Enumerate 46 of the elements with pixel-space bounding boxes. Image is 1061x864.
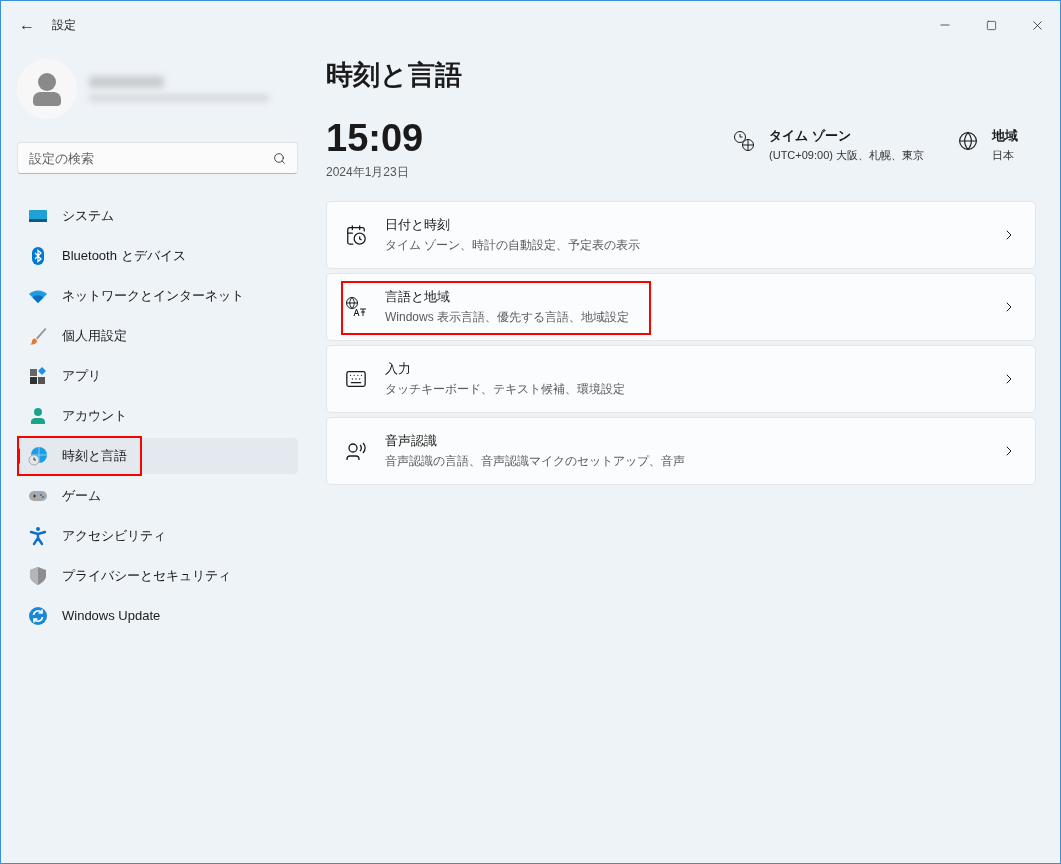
maximize-icon [985, 19, 997, 31]
info-label: 地域 [992, 126, 1018, 145]
apps-icon [28, 366, 48, 386]
sidebar-item[interactable]: アカウント [17, 398, 298, 434]
back-button[interactable]: ← [17, 13, 37, 37]
card-title: 入力 [385, 360, 412, 379]
window-title: 設定 [52, 17, 76, 34]
sidebar-item[interactable]: 個人用設定 [17, 318, 298, 354]
globe-clock-icon [28, 446, 48, 466]
settings-card[interactable]: 言語と地域 Windows 表示言語、優先する言語、地域設定 [326, 272, 1036, 341]
info-label: タイム ゾーン [769, 126, 852, 145]
language-icon [345, 295, 367, 318]
search-icon [273, 152, 286, 165]
page-title: 時刻と言語 [326, 59, 463, 92]
shield-icon [28, 566, 48, 586]
sidebar-item[interactable]: システム [17, 198, 298, 234]
current-date: 2024年1月23日 [326, 163, 410, 181]
sidebar-item[interactable]: Windows Update [17, 598, 298, 634]
brush-icon [28, 326, 48, 346]
search-field[interactable]: 設定の検索 [17, 142, 298, 174]
person-icon [28, 406, 48, 426]
sidebar-item[interactable]: Bluetooth とデバイス [17, 238, 298, 274]
accessibility-icon [28, 526, 48, 546]
card-title: 音声認識 [385, 432, 438, 451]
card-title: 日付と時刻 [385, 216, 451, 235]
card-subtitle: Windows 表示言語、優先する言語、地域設定 [385, 308, 629, 326]
settings-card[interactable]: 日付と時刻 タイム ゾーン、時計の自動設定、予定表の表示 [326, 200, 1036, 269]
clock-globe-icon [733, 129, 756, 152]
card-subtitle: 音声認識の言語、音声認識マイクのセットアップ、音声 [385, 452, 685, 470]
sidebar-item[interactable]: アプリ [17, 358, 298, 394]
calendar-clock-icon [345, 223, 367, 246]
card-subtitle: タッチキーボード、テキスト候補、環境設定 [385, 380, 625, 398]
card-title: 言語と地域 [385, 288, 451, 307]
sidebar-item[interactable]: ネットワークとインターネット [17, 278, 298, 314]
card-subtitle: タイム ゾーン、時計の自動設定、予定表の表示 [385, 236, 641, 254]
update-icon [28, 606, 48, 626]
settings-card[interactable]: 入力 タッチキーボード、テキスト候補、環境設定 [326, 344, 1036, 413]
info-value: 日本 [992, 148, 1015, 163]
globe-icon [958, 130, 978, 151]
sidebar-item[interactable]: プライバシーとセキュリティ [17, 558, 298, 594]
settings-card[interactable]: 音声認識 音声認識の言語、音声認識マイクのセットアップ、音声 [326, 416, 1036, 485]
sidebar-item[interactable]: アクセシビリティ [17, 518, 298, 554]
sidebar-item[interactable]: ゲーム [17, 478, 298, 514]
info-value: (UTC+09:00) 大阪、札幌、東京 [769, 148, 924, 163]
current-time: 15:09 [326, 115, 424, 160]
person-silhouette-icon [32, 72, 62, 106]
